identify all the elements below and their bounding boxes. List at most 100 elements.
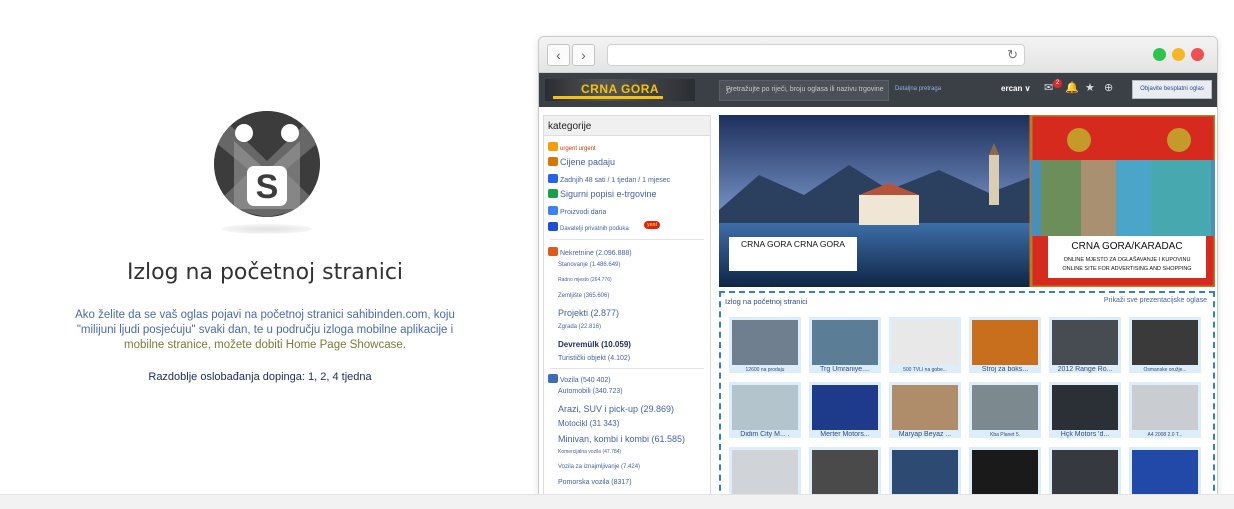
sidebar-category[interactable]: Cijene padaju bbox=[548, 157, 615, 167]
banner-caption-right-title: CRNA GORA/KARADAC bbox=[1071, 241, 1182, 252]
listing-caption: Didim City M... . bbox=[740, 431, 790, 438]
sidebar-category[interactable]: Vozila (540 402) bbox=[548, 374, 611, 384]
showcase-tile[interactable]: A4 2008 2.0 T... bbox=[1129, 382, 1201, 438]
banner-caption-left: CRNA GORA CRNA GORA bbox=[741, 239, 845, 249]
address-bar[interactable]: ↻ bbox=[607, 44, 1025, 66]
sidebar-category[interactable]: Sigurni popisi e-trgovine bbox=[548, 189, 657, 199]
post-free-ad-button[interactable]: Objavite besplatni oglas bbox=[1132, 80, 1212, 99]
sidebar-category[interactable]: Nekretnine (2.096.888) bbox=[548, 247, 632, 257]
showcase-tile[interactable]: Trg Ümraniye.... bbox=[809, 317, 881, 373]
category-icon bbox=[548, 174, 558, 183]
star-icon[interactable]: ★ bbox=[1085, 81, 1095, 94]
sidebar-divider bbox=[550, 368, 704, 369]
listing-thumbnail bbox=[812, 320, 878, 365]
sidebar-category[interactable]: Zgrada (22.816) bbox=[558, 324, 601, 330]
showcase-tile[interactable] bbox=[809, 447, 881, 495]
listing-caption: 500 TVLI na gobe... bbox=[903, 367, 947, 373]
forward-button[interactable]: › bbox=[572, 44, 595, 66]
showcase-tile[interactable]: Didim City M... . bbox=[729, 382, 801, 438]
showcase-tile[interactable]: Merter Motors... bbox=[809, 382, 881, 438]
listing-thumbnail bbox=[892, 450, 958, 495]
sidebar-category[interactable]: urgent urgent bbox=[548, 142, 596, 152]
listing-thumbnail bbox=[892, 385, 958, 430]
browser-mockup: ‹ › ↻ CRNA GORA Pretražujte po riječi, b… bbox=[538, 36, 1218, 496]
sidebar-category-label: Davatelji privatnih poduka bbox=[560, 226, 629, 232]
promo-release-period: Razdoblje oslobađanja dopinga: 1, 2, 4 t… bbox=[148, 371, 372, 383]
back-button[interactable]: ‹ bbox=[547, 44, 570, 66]
showcase-tile[interactable] bbox=[1049, 447, 1121, 495]
bell-icon[interactable]: 🔔 bbox=[1065, 81, 1079, 94]
sidebar-category-label: urgent urgent bbox=[560, 146, 596, 152]
minimize-dot-icon[interactable] bbox=[1172, 48, 1185, 61]
user-menu[interactable]: ercan ∨ bbox=[1001, 84, 1030, 93]
category-icon bbox=[548, 157, 558, 166]
sidebar-category[interactable]: Devremülk (10.059) bbox=[558, 340, 631, 349]
sidebar-category-label: Vozila (540 402) bbox=[560, 377, 611, 384]
showcase-tile[interactable]: Maryap Beyaz ... bbox=[889, 382, 961, 438]
logo-shadow bbox=[222, 224, 312, 234]
showcase-tile[interactable] bbox=[1129, 447, 1201, 495]
homepage-showcase: Izlog na početnoj stranici Prikaži sve p… bbox=[719, 291, 1215, 495]
listing-caption: Trg Ümraniye.... bbox=[820, 366, 870, 373]
category-icon bbox=[548, 374, 558, 383]
sidebar-category[interactable]: Stanovanje (1.486.649) bbox=[558, 262, 620, 268]
showcase-tile[interactable]: 2012 Range Ro... bbox=[1049, 317, 1121, 373]
zoom-icon[interactable]: ⊕ bbox=[1104, 81, 1113, 94]
detailed-search-link[interactable]: Detaljna pretraga bbox=[895, 86, 941, 92]
messages-icon[interactable]: ✉ bbox=[1044, 81, 1053, 94]
search-input[interactable]: Pretražujte po riječi, broju oglasa ili … bbox=[719, 80, 889, 101]
listing-thumbnail bbox=[972, 450, 1038, 495]
showcase-tile[interactable]: Kba Planet 5. bbox=[969, 382, 1041, 438]
new-badge: yeni bbox=[644, 221, 661, 229]
reload-icon[interactable]: ↻ bbox=[1007, 47, 1018, 63]
category-icon bbox=[548, 206, 558, 215]
close-dot-icon[interactable] bbox=[1191, 48, 1204, 61]
showcase-tile[interactable]: 500 TVLI na gobe... bbox=[889, 317, 961, 373]
sidebar-category-label: Proizvodi dana bbox=[560, 209, 607, 216]
sidebar-divider bbox=[550, 239, 704, 240]
sidebar-category[interactable]: Radno mjesto (264.776) bbox=[558, 277, 612, 283]
sidebar-category[interactable]: Zemljište (365.606) bbox=[558, 293, 609, 299]
listing-caption: A4 2008 2.0 T... bbox=[1147, 432, 1183, 438]
category-icon bbox=[548, 222, 558, 231]
showcase-tile[interactable] bbox=[889, 447, 961, 495]
sidebar-category-label: Arazi, SUV i pick-up (29.869) bbox=[558, 404, 675, 414]
sidebar-category[interactable]: Arazi, SUV i pick-up (29.869) bbox=[558, 404, 674, 414]
showcase-tile[interactable] bbox=[729, 447, 801, 495]
sidebar-category[interactable]: Minivan, kombi i kombi (61.585) bbox=[558, 434, 685, 444]
sidebar-category[interactable]: Motocikl (31 343) bbox=[558, 419, 619, 428]
sidebar-category[interactable]: Turistički objekt (4.102) bbox=[558, 355, 630, 362]
sidebar-category[interactable]: Vozila za iznajmljivanje (7.424) bbox=[558, 464, 640, 470]
sidebar-category-label: Radno mjesto (264.776) bbox=[558, 277, 612, 283]
listing-thumbnail bbox=[1132, 450, 1198, 495]
showcase-tile[interactable]: Osmanske oružje... bbox=[1129, 317, 1201, 373]
site-logo[interactable]: CRNA GORA bbox=[545, 79, 695, 101]
maximize-dot-icon[interactable] bbox=[1153, 48, 1166, 61]
showcase-tile[interactable]: 12600 na prodaju bbox=[729, 317, 801, 373]
promo-text-line2: mobilne stranice, možete dobiti Home Pag… bbox=[124, 339, 406, 351]
sidebar-category[interactable]: Projekti (2.877) bbox=[558, 308, 619, 318]
showcase-tile[interactable]: Hçk Motors 'd... bbox=[1049, 382, 1121, 438]
sidebar-category[interactable]: Proizvodi dana bbox=[548, 206, 606, 216]
logo-underline bbox=[553, 96, 663, 99]
listing-thumbnail bbox=[732, 320, 798, 365]
showcase-tile[interactable]: Stroj za boks... bbox=[969, 317, 1041, 373]
show-all-showcase-link[interactable]: Prikaži sve prezentacijske oglase bbox=[1104, 297, 1207, 304]
sidebar-category[interactable]: Zadnjih 48 sati / 1 tjedan / 1 mjesec bbox=[548, 174, 670, 184]
hero-banner[interactable]: CRNA GORA CRNA GORA CRNA GORA/KARADAC ON… bbox=[719, 115, 1215, 287]
listing-thumbnail bbox=[972, 385, 1038, 430]
sidebar-category[interactable]: Komercijalna vozila (47.784) bbox=[558, 449, 621, 455]
sidebar-category[interactable]: Pomorska vozila (8317) bbox=[558, 479, 632, 486]
search-icon[interactable]: ⌕ bbox=[726, 83, 884, 98]
listing-thumbnail bbox=[812, 385, 878, 430]
listing-thumbnail bbox=[1132, 320, 1198, 365]
sidebar-category[interactable]: Automobili (340.723) bbox=[558, 388, 623, 395]
sidebar-category[interactable]: Davatelji privatnih poduka bbox=[548, 222, 629, 232]
site-logo-text: CRNA GORA bbox=[581, 82, 660, 96]
category-icon bbox=[548, 247, 558, 256]
site-header: CRNA GORA Pretražujte po riječi, broju o… bbox=[539, 73, 1217, 107]
sidebar-category-label: Turistički objekt (4.102) bbox=[558, 355, 631, 362]
sidebar-category-label: Zemljište (365.606) bbox=[558, 293, 610, 299]
showcase-tile[interactable] bbox=[969, 447, 1041, 495]
promo-description: Ako želite da se vaš oglas pojavi na poč… bbox=[60, 308, 470, 353]
